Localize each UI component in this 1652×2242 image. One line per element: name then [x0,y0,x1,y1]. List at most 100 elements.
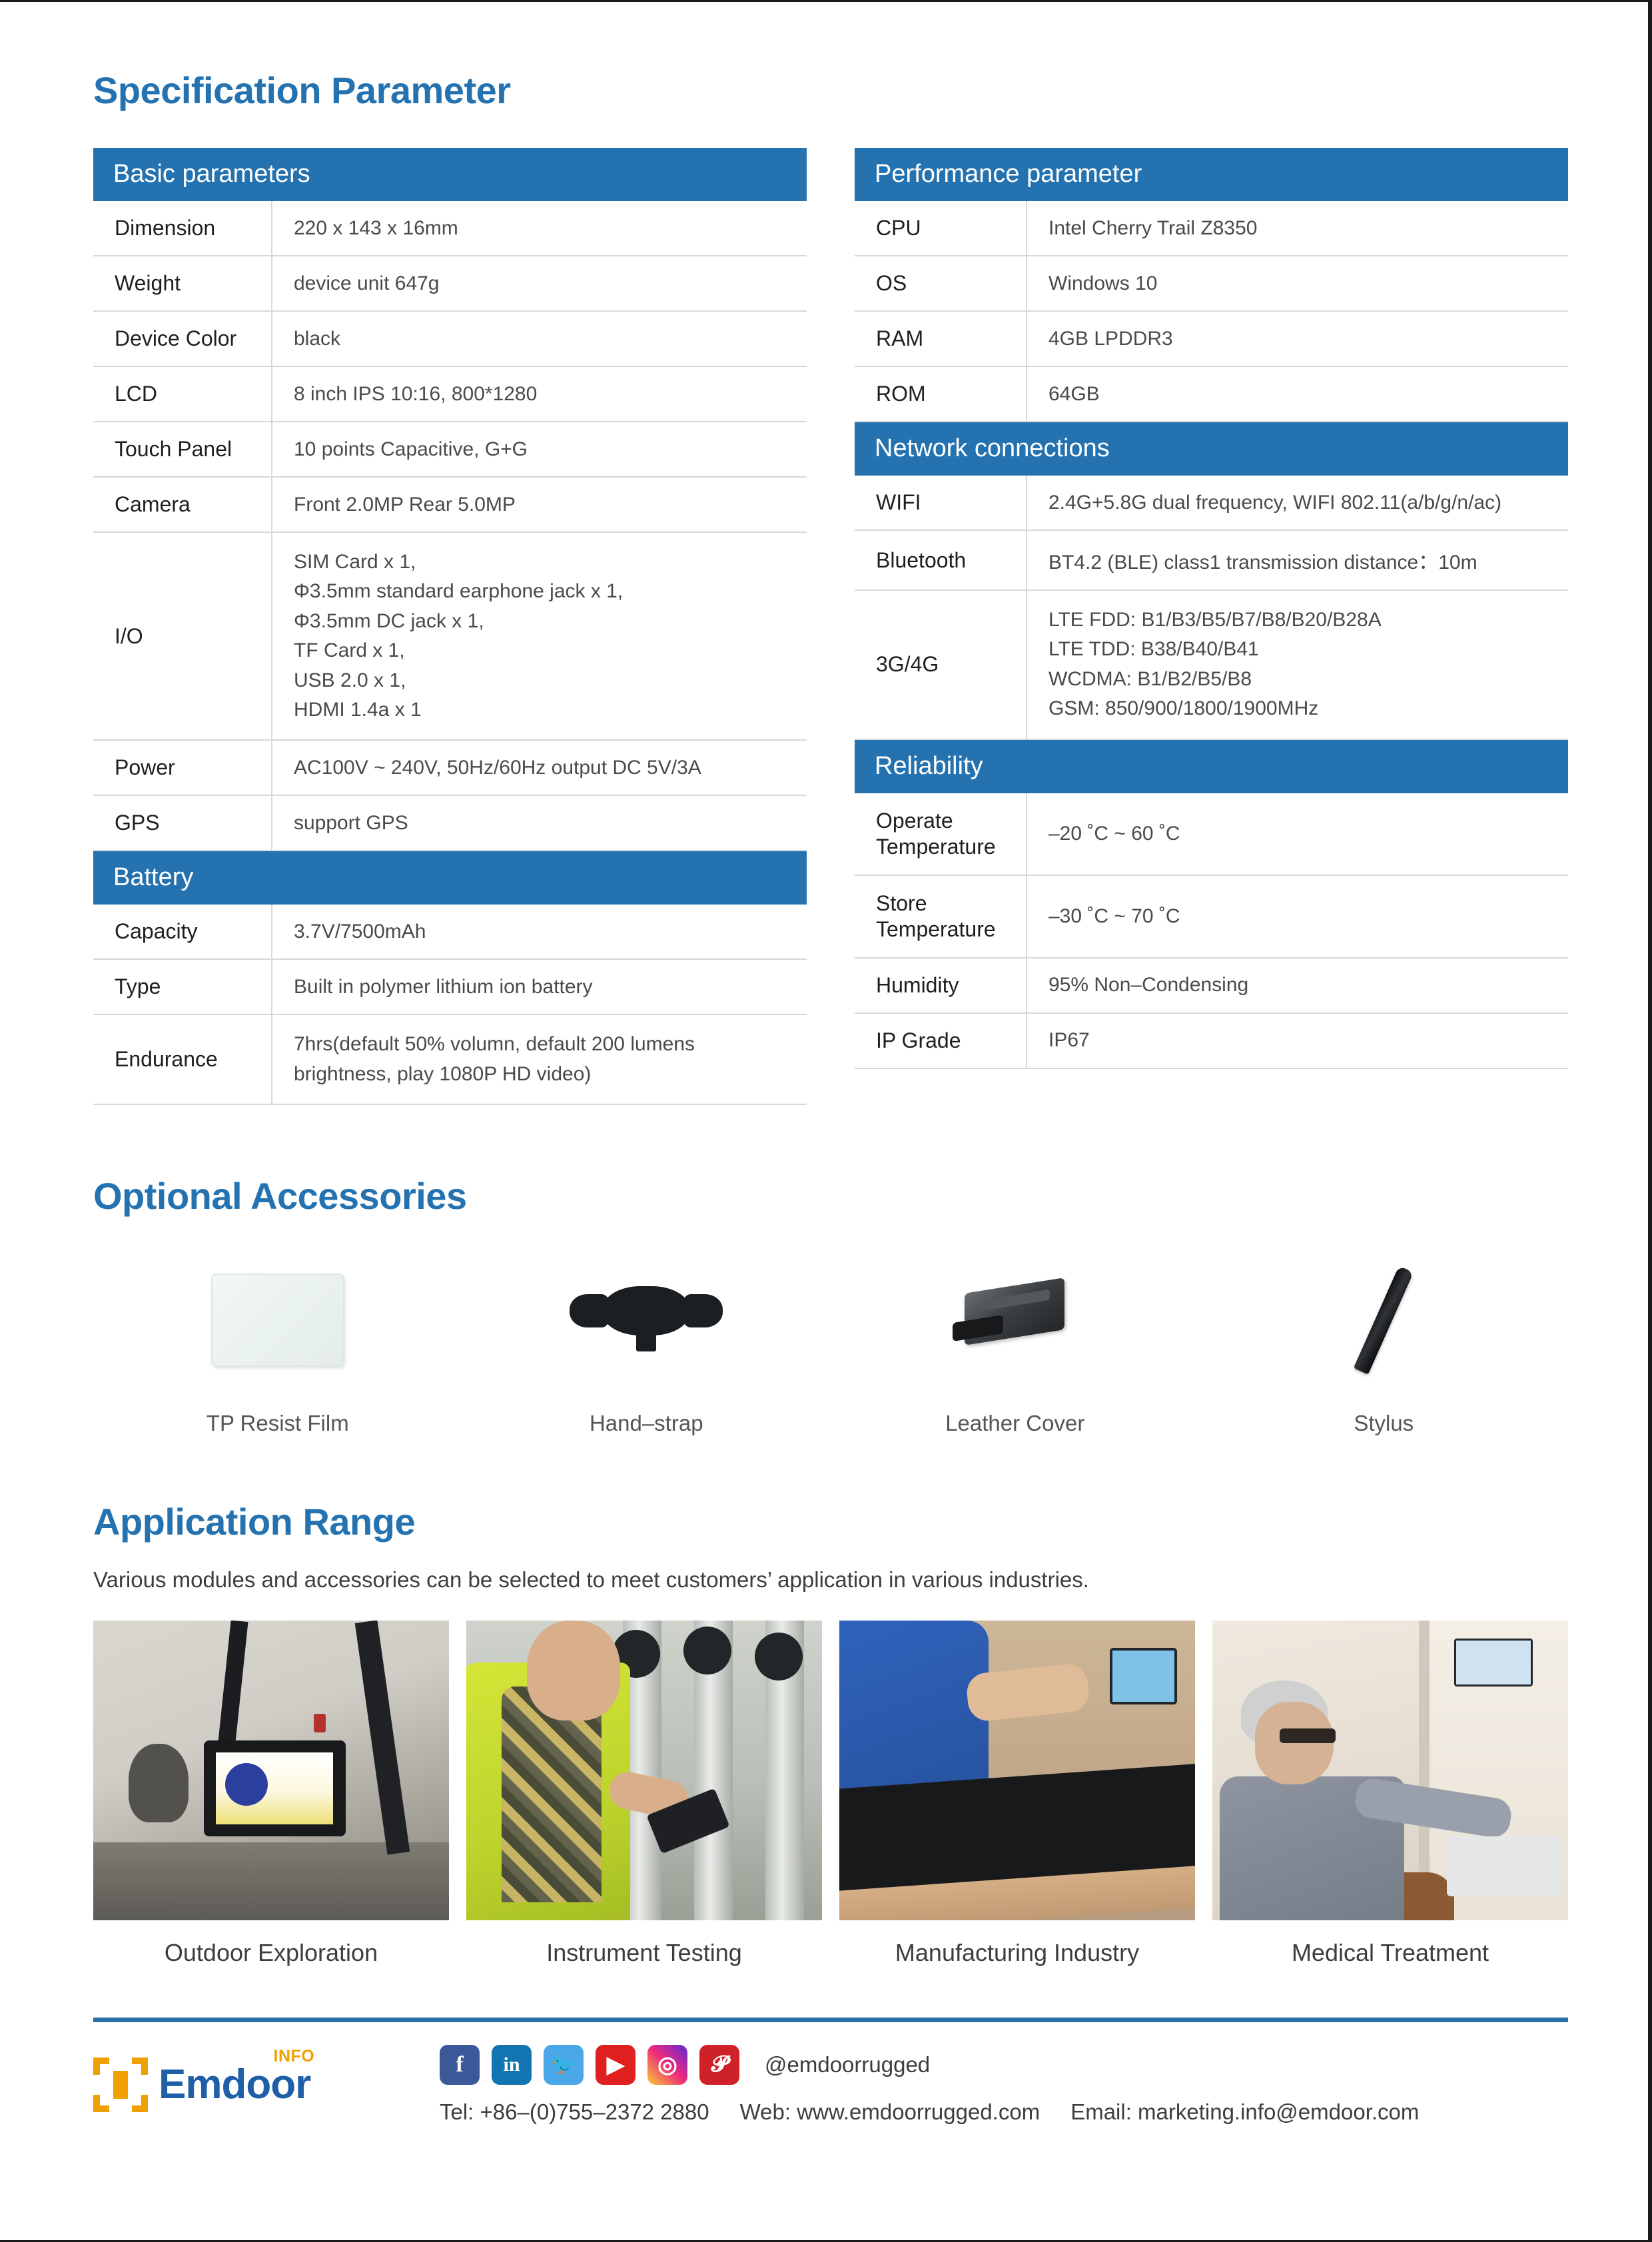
logo-badge: INFO [273,2047,315,2066]
social-icons-row: f in 🐦 ▶ ◎ 𝓟 @emdoorrugged [440,2045,1568,2085]
table-row: Power AC100V ~ 240V, 50Hz/60Hz output DC… [93,740,807,797]
strap-tab [636,1327,657,1352]
row-value: 95% Non–Condensing [1027,957,1568,1014]
basic-parameters-header: Basic parameters [93,148,807,201]
row-key: IP Grade [855,1012,1027,1069]
instagram-icon[interactable]: ◎ [647,2045,687,2085]
accessory-label: Hand–strap [589,1411,703,1436]
network-connections-header: Network connections [855,422,1568,476]
table-row: IP Grade IP67 [855,1012,1568,1069]
cab-floor [93,1842,449,1921]
stylus-image [1200,1247,1569,1393]
company-logo: Emdoor INFO [93,2047,440,2113]
emdoor-bracket-icon [93,2057,148,2113]
email[interactable]: Email: marketing.info@emdoor.com [1070,2099,1419,2125]
row-value: 220 x 143 x 16mm [272,201,807,256]
io-line: Φ3.5mm standard earphone jack x 1, [294,580,623,603]
leather-cover-image [831,1247,1200,1393]
valve-wheel [754,1633,803,1681]
row-value: black [272,311,807,367]
row-key: Type [93,959,272,1016]
eyeglasses [1280,1728,1336,1744]
io-line: USB 2.0 x 1, [294,669,406,691]
footer: Emdoor INFO f in 🐦 ▶ ◎ 𝓟 @emdoorrugged T… [93,2045,1568,2125]
linkedin-icon[interactable]: in [492,2045,532,2085]
telephone: Tel: +86–(0)755–2372 2880 [440,2099,709,2125]
reliability-header: Reliability [855,739,1568,793]
row-key: Endurance [93,1014,272,1106]
row-key: CPU [855,201,1027,256]
table-row: Device Color black [93,311,807,367]
row-key: Device Color [93,311,272,367]
key-line: Store [876,891,927,915]
manufacturing-industry-photo [839,1621,1195,1921]
pinterest-icon[interactable]: 𝓟 [699,2045,739,2085]
twitter-icon[interactable]: 🐦 [544,2045,584,2085]
table-row: Touch Panel 10 points Capacitive, G+G [93,422,807,478]
io-line: Φ3.5mm DC jack x 1, [294,609,484,632]
row-value: Windows 10 [1027,256,1568,312]
instrument-testing-photo [466,1621,822,1921]
photo-caption: Outdoor Exploration [164,1939,378,1967]
accessory-item-leather-cover: Leather Cover [831,1247,1200,1436]
footer-contact-block: f in 🐦 ▶ ◎ 𝓟 @emdoorrugged Tel: +86–(0)7… [440,2045,1568,2125]
red-button [314,1713,326,1732]
row-value: 4GB LPDDR3 [1027,311,1568,367]
stylus-pen-icon [1354,1266,1414,1375]
application-item-instrument-testing: Instrument Testing [466,1621,822,1967]
row-key: RAM [855,311,1027,367]
youtube-icon[interactable]: ▶ [596,2045,635,2085]
cellular-line: GSM: 850/900/1800/1900MHz [1048,697,1319,720]
row-key: OS [855,256,1027,312]
facebook-icon[interactable]: f [440,2045,480,2085]
screen-dial [224,1762,268,1806]
table-row: ROM 64GB [855,366,1568,422]
accessory-item-tp-resist-film: TP Resist Film [93,1247,462,1436]
key-line: Temperature [876,834,996,859]
table-row: OS Windows 10 [855,256,1568,312]
row-key: WIFI [855,476,1027,531]
table-row: Weight device unit 647g [93,256,807,312]
screen-film-icon [210,1274,344,1367]
row-value: –30 ˚C ~ 70 ˚C [1027,875,1568,958]
row-key: Bluetooth [855,530,1027,591]
io-line: TF Card x 1, [294,639,405,662]
row-value-cellular: LTE FDD: B1/B3/B5/B7/B8/B20/B28A LTE TDD… [1027,590,1568,740]
accessory-label: Stylus [1354,1411,1414,1436]
performance-table: CPU Intel Cherry Trail Z8350 OS Windows … [855,201,1568,422]
table-row: RAM 4GB LPDDR3 [855,311,1568,367]
hand-strap-image [462,1247,831,1393]
table-row: Humidity 95% Non–Condensing [855,957,1568,1014]
table-row-endurance: Endurance 7hrs(default 50% volumn, defau… [93,1014,807,1106]
medical-treatment-photo [1212,1621,1568,1921]
website[interactable]: Web: www.emdoorrugged.com [740,2099,1040,2125]
table-row: WIFI 2.4G+5.8G dual frequency, WIFI 802.… [855,476,1568,531]
row-key: Touch Panel [93,422,272,478]
table-row: Camera Front 2.0MP Rear 5.0MP [93,477,807,533]
key-line: Operate [876,808,953,833]
row-key: GPS [93,795,272,852]
strap-end-right [684,1294,723,1328]
photo-caption: Instrument Testing [546,1939,742,1967]
cellular-line: LTE FDD: B1/B3/B5/B7/B8/B20/B28A [1048,609,1382,631]
row-value: AC100V ~ 240V, 50Hz/60Hz output DC 5V/3A [272,740,807,797]
battery-header: Battery [93,851,807,905]
control-lever [129,1743,189,1822]
row-value: BT4.2 (BLE) class1 transmission distance… [1027,530,1568,591]
specification-parameter-title: Specification Parameter [93,69,511,111]
cellular-line: LTE TDD: B38/B40/B41 [1048,638,1259,661]
cellular-line: WCDMA: B1/B2/B5/B8 [1048,667,1252,690]
document-page: Specification Parameter Basic parameters… [0,0,1652,2242]
row-value: 3.7V/7500mAh [272,905,807,960]
row-value: Built in polymer lithium ion battery [272,959,807,1016]
endurance-line: brightness, play 1080P HD video) [294,1062,592,1085]
spec-columns: Basic parameters Dimension 220 x 143 x 1… [93,148,1568,1106]
network-table: WIFI 2.4G+5.8G dual frequency, WIFI 802.… [855,476,1568,740]
monitor-screen [1456,1641,1531,1685]
reliability-table: Operate Temperature –20 ˚C ~ 60 ˚C Store… [855,793,1568,1069]
cab-pillar-right [354,1621,410,1855]
table-row-operate-temperature: Operate Temperature –20 ˚C ~ 60 ˚C [855,793,1568,876]
row-value: IP67 [1027,1012,1568,1069]
basic-parameters-table: Dimension 220 x 143 x 16mm Weight device… [93,201,807,852]
row-value: support GPS [272,795,807,852]
